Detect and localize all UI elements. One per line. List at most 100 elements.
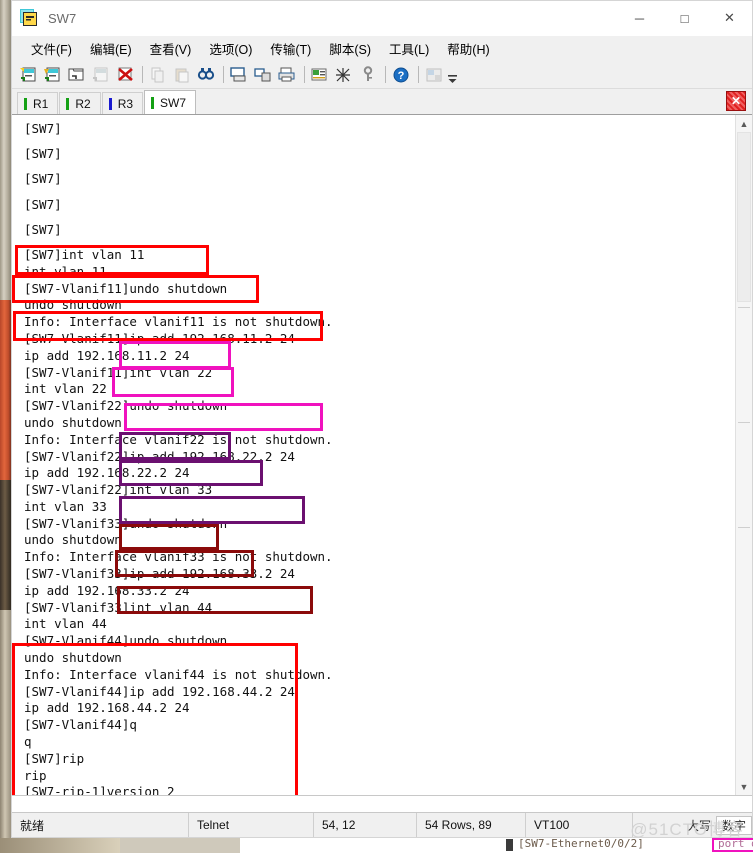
print-screen-icon[interactable] xyxy=(228,64,250,86)
status-emulation: VT100 xyxy=(526,813,633,837)
terminal-line: [SW7-Vlanif11]int vlan 22 xyxy=(24,364,213,380)
terminal-scrollbar[interactable]: ▲ ▼ xyxy=(735,115,752,795)
tab-label-r3: R3 xyxy=(117,96,134,111)
terminal-line: [SW7-Vlanif44]q xyxy=(24,717,137,733)
menu-item-help[interactable]: 帮助(H) xyxy=(438,36,498,61)
terminal-line: [SW7] xyxy=(24,121,62,136)
maximize-button[interactable]: □ xyxy=(662,1,707,35)
status-rows-cols: 54 Rows, 89 xyxy=(417,813,526,837)
new-session-icon[interactable] xyxy=(18,64,40,86)
minimize-button[interactable]: ─ xyxy=(617,1,662,35)
tab-status-led-r1 xyxy=(24,97,27,110)
close-button[interactable]: ✕ xyxy=(707,1,752,35)
toolbar-overflow-button[interactable] xyxy=(447,63,458,87)
toolbar-separator-3 xyxy=(304,66,305,83)
tab-r1[interactable]: R1 xyxy=(17,92,59,114)
title-bar: SW7 ─ □ ✕ xyxy=(12,1,752,36)
background-window-bottom: [SW7-Ethernet0/0/2] port default vlan 22 xyxy=(0,838,753,853)
toolbar-separator-5 xyxy=(418,66,419,83)
tab-sw7[interactable]: SW7 xyxy=(144,90,197,114)
background-window-strip-top xyxy=(0,0,11,300)
scrollbar-tick-2 xyxy=(738,422,750,423)
menu-item-script[interactable]: 脚本(S) xyxy=(320,36,380,61)
tab-status-led-r2 xyxy=(66,97,70,110)
menu-item-tools[interactable]: 工具(L) xyxy=(380,36,438,61)
disconnect-icon[interactable] xyxy=(114,64,136,86)
terminal-line: Info: Interface vlanif33 is not shutdown… xyxy=(24,549,333,565)
menu-item-file[interactable]: 文件(F) xyxy=(22,36,81,61)
scroll-down-arrow[interactable]: ▼ xyxy=(736,778,752,795)
background-window-strip-tan xyxy=(0,610,11,853)
terminal-line: int vlan 33 xyxy=(24,498,107,514)
terminal-line: [SW7-Vlanif44]undo shutdown xyxy=(24,633,228,649)
terminal-line: [SW7-Vlanif33]undo shutdown xyxy=(24,515,228,531)
clone-session-icon[interactable] xyxy=(42,64,64,86)
terminal-line: [SW7-Vlanif11]undo shutdown xyxy=(24,280,228,296)
terminal-line: [SW7-Vlanif11]ip add 192.168.11.2 24 xyxy=(24,330,295,346)
terminal-line: [SW7-Vlanif33]int vlan 44 xyxy=(24,599,213,615)
status-bar: 就绪 Telnet 54, 12 54 Rows, 89 VT100 大写 数字… xyxy=(12,813,752,839)
menu-item-view[interactable]: 查看(V) xyxy=(141,36,201,61)
terminal-line: Info: Interface vlanif22 is not shutdown… xyxy=(24,431,333,447)
terminal-line: [SW7-Vlanif22]undo shutdown xyxy=(24,398,228,414)
terminal-area: [SW7] [SW7] [SW7] [SW7] [SW7] [SW7]int vlan 1… xyxy=(12,114,752,795)
terminal-line: int vlan 44 xyxy=(24,616,107,632)
svg-text:?: ? xyxy=(398,70,405,82)
terminal-screen[interactable]: [SW7] [SW7] [SW7] [SW7] [SW7] [SW7]int vlan 1… xyxy=(12,115,735,795)
help-icon[interactable]: ? xyxy=(390,64,412,86)
tab-r2[interactable]: R2 xyxy=(59,92,101,114)
window-controls: ─ □ ✕ xyxy=(617,1,752,35)
terminal-line: q xyxy=(24,734,32,750)
tile-windows-icon[interactable] xyxy=(423,64,445,86)
terminal-line: ip add 192.168.33.2 24 xyxy=(24,582,190,598)
tab-label-r1: R1 xyxy=(33,96,49,111)
terminal-line: [SW7-rip-1]version 2 xyxy=(24,784,175,795)
open-folder-icon[interactable] xyxy=(66,64,88,86)
terminal-line: [SW7] xyxy=(24,171,62,187)
terminal-input-line[interactable] xyxy=(12,795,752,813)
scrollbar-thumb[interactable] xyxy=(737,132,751,302)
status-caps-lock: 大写 xyxy=(686,818,711,833)
terminal-line: undo shutdown xyxy=(24,297,122,313)
key-icon[interactable] xyxy=(357,64,379,86)
background-window-strip-orange xyxy=(0,300,11,480)
close-tab-button[interactable]: ✕ xyxy=(726,91,746,111)
copy-icon[interactable] xyxy=(147,64,169,86)
toolbar-separator-1 xyxy=(142,66,143,83)
tab-label-r2: R2 xyxy=(75,96,91,111)
tab-label-sw7: SW7 xyxy=(160,95,187,110)
scroll-up-arrow[interactable]: ▲ xyxy=(736,115,752,132)
menu-item-options[interactable]: 选项(O) xyxy=(200,36,261,61)
menu-item-transfer[interactable]: 传输(T) xyxy=(261,36,320,61)
paste-icon[interactable] xyxy=(171,64,193,86)
terminal-line: Info: Interface vlanif11 is not shutdown… xyxy=(24,314,333,330)
scrollbar-tick-1 xyxy=(738,307,750,308)
toolbar: ? xyxy=(12,61,752,89)
color-scheme-icon[interactable] xyxy=(333,64,355,86)
terminal-line: [SW7-Vlanif22]ip add 192.168.22.2 24 xyxy=(24,448,295,464)
terminal-line: int vlan 11 xyxy=(24,263,107,279)
reconnect-icon[interactable] xyxy=(90,64,112,86)
toolbar-separator-4 xyxy=(385,66,386,83)
terminal-line: undo shutdown xyxy=(24,532,122,548)
terminal-line: undo shutdown xyxy=(24,650,122,666)
securecrt-window: SW7 ─ □ ✕ 文件(F) 编辑(E) 查看(V) 选项(O) 传输(T) … xyxy=(11,0,753,839)
status-cursor-position: 54, 12 xyxy=(314,813,417,837)
application-icon xyxy=(20,9,38,27)
scrollbar-track[interactable] xyxy=(736,132,752,778)
print-icon[interactable] xyxy=(276,64,298,86)
terminal-line: ip add 192.168.11.2 24 xyxy=(24,347,190,363)
session-options-icon[interactable] xyxy=(309,64,331,86)
terminal-line: [SW7-Vlanif44]ip add 192.168.44.2 24 xyxy=(24,683,295,699)
log-session-icon[interactable] xyxy=(252,64,274,86)
status-protocol: Telnet xyxy=(189,813,314,837)
terminal-line: int vlan 22 xyxy=(24,381,107,397)
status-ready: 就绪 xyxy=(12,813,189,837)
tab-r3[interactable]: R3 xyxy=(101,92,144,114)
find-icon[interactable] xyxy=(195,64,217,86)
toolbar-separator-2 xyxy=(223,66,224,83)
terminal-output: [SW7] [SW7] [SW7] [SW7] [SW7] [SW7]int vlan 1… xyxy=(24,121,735,795)
scrollbar-tick-3 xyxy=(738,527,750,528)
menu-item-edit[interactable]: 编辑(E) xyxy=(81,36,141,61)
terminal-line: [SW7] xyxy=(24,221,62,237)
